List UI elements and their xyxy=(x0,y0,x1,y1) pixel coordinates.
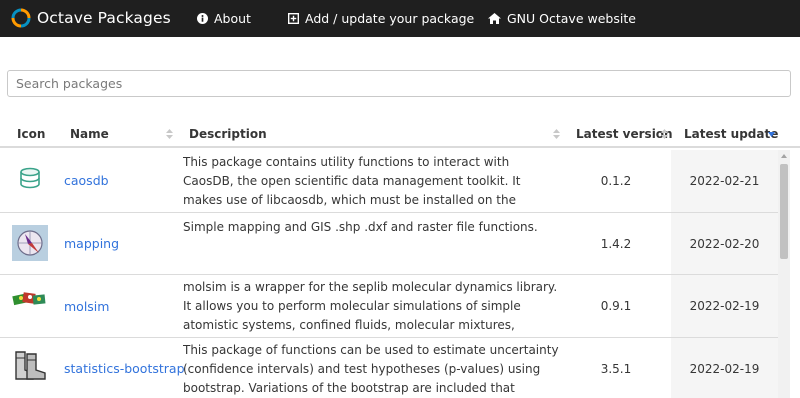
package-version: 3.5.1 xyxy=(600,362,632,376)
package-description: This package of functions can be used to… xyxy=(183,343,559,395)
column-header-icon: Icon xyxy=(17,127,46,141)
sort-descending-icon[interactable] xyxy=(768,132,775,137)
package-name-link[interactable]: mapping xyxy=(64,236,119,251)
nav-about-label: About xyxy=(214,11,251,26)
update-cell: 2022-02-20 xyxy=(671,213,778,274)
plus-square-icon xyxy=(288,13,299,24)
package-update-date: 2022-02-20 xyxy=(689,237,760,251)
nav-add-label: Add / update your package xyxy=(305,11,475,26)
molecule-icon xyxy=(12,292,46,306)
database-stack-icon xyxy=(20,167,40,189)
package-description: molsim is a wrapper for the seplib molec… xyxy=(183,280,558,332)
column-header-update[interactable]: Latest update xyxy=(684,127,778,141)
package-name-link[interactable]: caosdb xyxy=(64,173,109,188)
sort-version-icon[interactable] xyxy=(661,129,668,139)
table-row: statistics-bootstrap This package of fun… xyxy=(0,338,778,398)
map-compass-icon xyxy=(12,225,48,261)
nav-website-link[interactable]: GNU Octave website xyxy=(488,10,636,27)
update-cell: 2022-02-19 xyxy=(671,275,778,337)
info-circle-icon xyxy=(197,13,208,24)
home-icon xyxy=(488,13,501,24)
table-row: caosdb This package contains utility fun… xyxy=(0,150,778,213)
boots-icon xyxy=(15,351,46,380)
table-header: Icon Name Description Latest version Lat… xyxy=(0,124,800,148)
package-name-link[interactable]: molsim xyxy=(64,299,109,314)
nav-add-package-link[interactable]: Add / update your package xyxy=(288,10,474,27)
brand-link[interactable]: Octave Packages xyxy=(11,7,171,29)
package-version: 0.1.2 xyxy=(600,174,632,188)
brand-title: Octave Packages xyxy=(37,9,171,27)
column-header-name[interactable]: Name xyxy=(70,127,109,141)
table-row: molsim molsim is a wrapper for the sepli… xyxy=(0,275,778,338)
search-packages-input[interactable] xyxy=(7,70,791,97)
package-version: 1.4.2 xyxy=(600,237,632,251)
scroll-up-arrow-icon[interactable] xyxy=(781,154,787,158)
package-description: This package contains utility functions … xyxy=(183,155,521,207)
package-description: Simple mapping and GIS .shp .dxf and ras… xyxy=(183,220,538,234)
octave-logo-icon xyxy=(11,8,31,28)
table-row: mapping Simple mapping and GIS .shp .dxf… xyxy=(0,213,778,275)
nav-website-label: GNU Octave website xyxy=(507,11,636,26)
column-header-description[interactable]: Description xyxy=(189,127,267,141)
packages-table-body: caosdb This package contains utility fun… xyxy=(0,150,778,398)
package-update-date: 2022-02-19 xyxy=(689,362,760,376)
nav-about-link[interactable]: About xyxy=(197,10,251,27)
package-update-date: 2022-02-19 xyxy=(689,299,760,313)
top-navbar: Octave Packages About Add / update your … xyxy=(0,0,800,37)
update-cell: 2022-02-19 xyxy=(671,338,778,398)
sort-description-icon[interactable] xyxy=(553,129,560,139)
package-name-link[interactable]: statistics-bootstrap xyxy=(64,361,185,376)
update-cell: 2022-02-21 xyxy=(671,150,778,212)
package-update-date: 2022-02-21 xyxy=(689,174,760,188)
column-header-version[interactable]: Latest version xyxy=(576,127,673,141)
package-version: 0.9.1 xyxy=(600,299,632,313)
table-scrollbar[interactable] xyxy=(778,150,790,398)
sort-name-icon[interactable] xyxy=(166,129,173,139)
scrollbar-thumb[interactable] xyxy=(780,164,788,259)
